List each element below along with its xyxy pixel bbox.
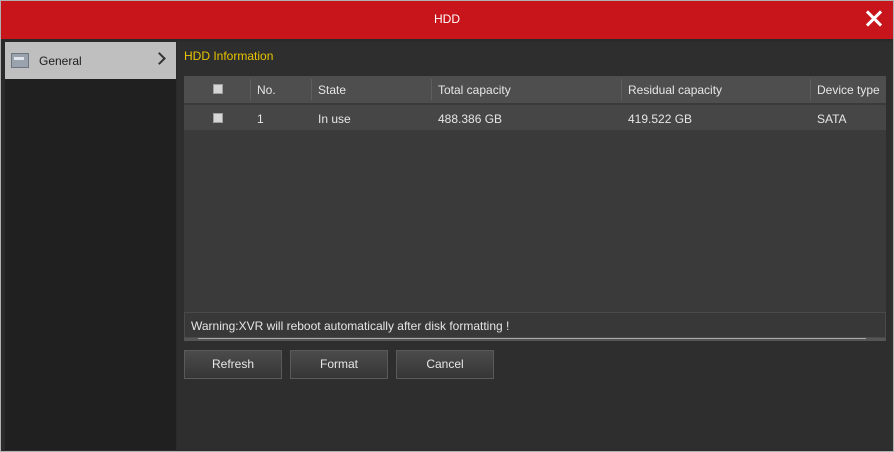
table-row[interactable]: 1 In use 488.386 GB 419.522 GB SATA (184, 105, 886, 130)
main-panel: HDD Information No. State Total capacity… (177, 42, 893, 450)
sidebar-item-general[interactable]: General (5, 42, 176, 79)
column-header-no: No. (257, 83, 276, 97)
cancel-button[interactable]: Cancel (396, 350, 494, 379)
table-header: No. State Total capacity Residual capaci… (184, 76, 886, 103)
cell-state: In use (318, 112, 351, 126)
sidebar: General (5, 42, 176, 450)
column-header-device-type: Device type (817, 83, 880, 97)
cell-residual-capacity: 419.522 GB (628, 112, 693, 126)
disk-icon (11, 53, 29, 68)
column-header-total-capacity: Total capacity (438, 83, 511, 97)
column-header-state: State (318, 83, 347, 97)
hdd-table: No. State Total capacity Residual capaci… (184, 76, 886, 341)
chevron-right-icon (153, 52, 166, 65)
column-divider (810, 79, 811, 100)
cell-device-type: SATA (817, 112, 847, 126)
format-button[interactable]: Format (290, 350, 388, 379)
window-title: HDD (434, 12, 460, 26)
cell-no: 1 (257, 112, 264, 126)
close-icon[interactable] (863, 8, 885, 30)
sidebar-item-label: General (39, 54, 82, 68)
select-all-checkbox[interactable] (213, 84, 223, 94)
warning-banner: Warning:XVR will reboot automatically af… (184, 312, 886, 338)
column-header-residual-capacity: Residual capacity (628, 83, 723, 97)
section-title: HDD Information (184, 49, 274, 63)
hdd-dialog: HDD General HDD Information No. State To… (0, 0, 894, 452)
column-divider (250, 79, 251, 100)
column-divider (431, 79, 432, 100)
column-divider (311, 79, 312, 100)
cell-total-capacity: 488.386 GB (438, 112, 503, 126)
warning-text: Warning:XVR will reboot automatically af… (191, 319, 510, 333)
refresh-button[interactable]: Refresh (184, 350, 282, 379)
column-divider (621, 79, 622, 100)
row-checkbox[interactable] (213, 113, 223, 123)
title-bar: HDD (1, 1, 893, 39)
